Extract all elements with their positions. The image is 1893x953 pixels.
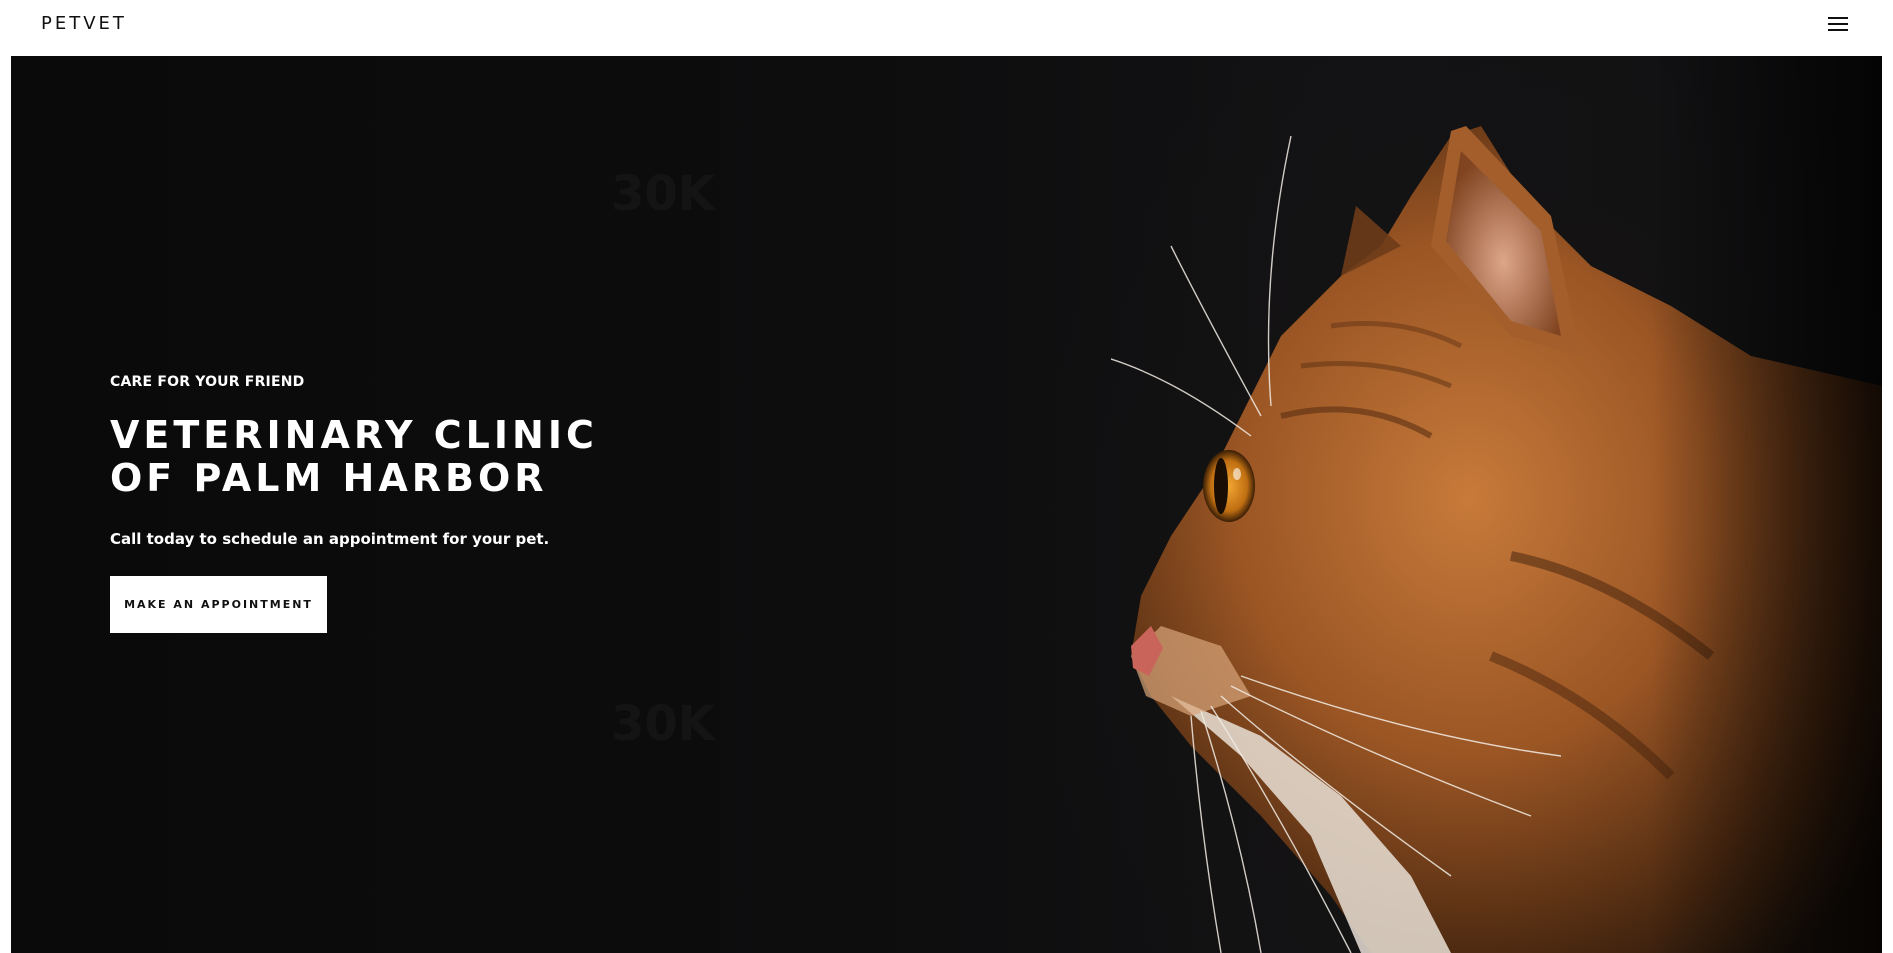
make-appointment-button[interactable]: MAKE AN APPOINTMENT xyxy=(110,576,327,633)
hero-section: 30K 30K xyxy=(11,56,1882,953)
hero-content: CARE FOR YOUR FRIEND VETERINARY CLINIC O… xyxy=(110,374,710,633)
menu-bar-middle xyxy=(1828,23,1848,25)
background-decoration: 30K xyxy=(611,166,715,222)
site-logo[interactable]: PETVET xyxy=(41,13,127,34)
hero-title-line: OF PALM HARBOR xyxy=(110,456,548,500)
hero-title-line: VETERINARY CLINIC xyxy=(110,413,598,457)
cat-photo xyxy=(1111,56,1882,953)
background-decoration: 30K xyxy=(611,696,715,752)
hero-subtitle: Call today to schedule an appointment fo… xyxy=(110,530,550,548)
hamburger-menu-icon[interactable] xyxy=(1825,12,1851,36)
hero-title: VETERINARY CLINIC OF PALM HARBOR xyxy=(110,414,710,500)
menu-bar-bottom xyxy=(1828,29,1848,31)
menu-bar-top xyxy=(1828,17,1848,19)
hero-eyebrow: CARE FOR YOUR FRIEND xyxy=(110,374,305,390)
site-header: PETVET xyxy=(0,0,1893,56)
